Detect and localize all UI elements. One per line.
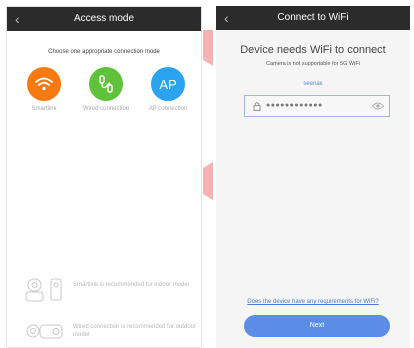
mode-ap-label: AP connection	[148, 106, 188, 112]
indoor-camera-icon	[25, 278, 62, 302]
mode-wired-label: Wired connection	[82, 106, 130, 112]
mode-smartlink[interactable]: Smartlink	[19, 67, 69, 112]
hint-outdoor-text: Wired connection is recommended for outd…	[73, 324, 197, 338]
hint-indoor: Smartlink is recommended for indoor mode…	[17, 277, 197, 303]
wifi-icon	[27, 67, 61, 101]
page-subtitle: Choose one appropriate connection mode	[48, 49, 160, 55]
mode-smartlink-label: Smartlink	[31, 106, 57, 112]
page-title: Connect to WiFi	[277, 12, 349, 23]
ssid-link[interactable]: seenax	[216, 81, 410, 87]
lock-icon	[253, 102, 261, 111]
ap-icon: AP	[151, 67, 185, 101]
cable-icon	[89, 67, 123, 101]
wifi-heading: Device needs WiFi to connect	[240, 44, 386, 56]
page-title: Access mode	[73, 13, 135, 24]
eye-icon[interactable]	[372, 102, 384, 110]
nav-bar: ‹ Connect to WiFi	[216, 6, 410, 30]
hint-outdoor: Wired connection is recommended for outd…	[17, 319, 197, 345]
wifi-note: Camera is not supportable for 5G WiFi	[266, 61, 360, 67]
outdoor-camera-icon	[26, 324, 63, 339]
connect-wifi-screen: ‹ Connect to WiFi Device needs WiFi to c…	[216, 6, 410, 348]
hint-indoor-text: Smartlink is recommended for indoor mode…	[73, 282, 190, 288]
password-field[interactable]: ●●●●●●●●●●●●	[244, 95, 390, 117]
requirements-link[interactable]: Does the device have any requirements fo…	[216, 299, 410, 305]
mode-wired[interactable]: Wired connection	[81, 67, 131, 112]
next-button[interactable]: Next	[244, 315, 390, 337]
mode-ap[interactable]: AP AP connection	[143, 67, 193, 112]
nav-bar: ‹ Access mode	[7, 7, 201, 31]
password-value: ●●●●●●●●●●●●	[266, 102, 323, 109]
access-mode-screen: ‹ Access mode Choose one appropriate con…	[6, 6, 202, 348]
